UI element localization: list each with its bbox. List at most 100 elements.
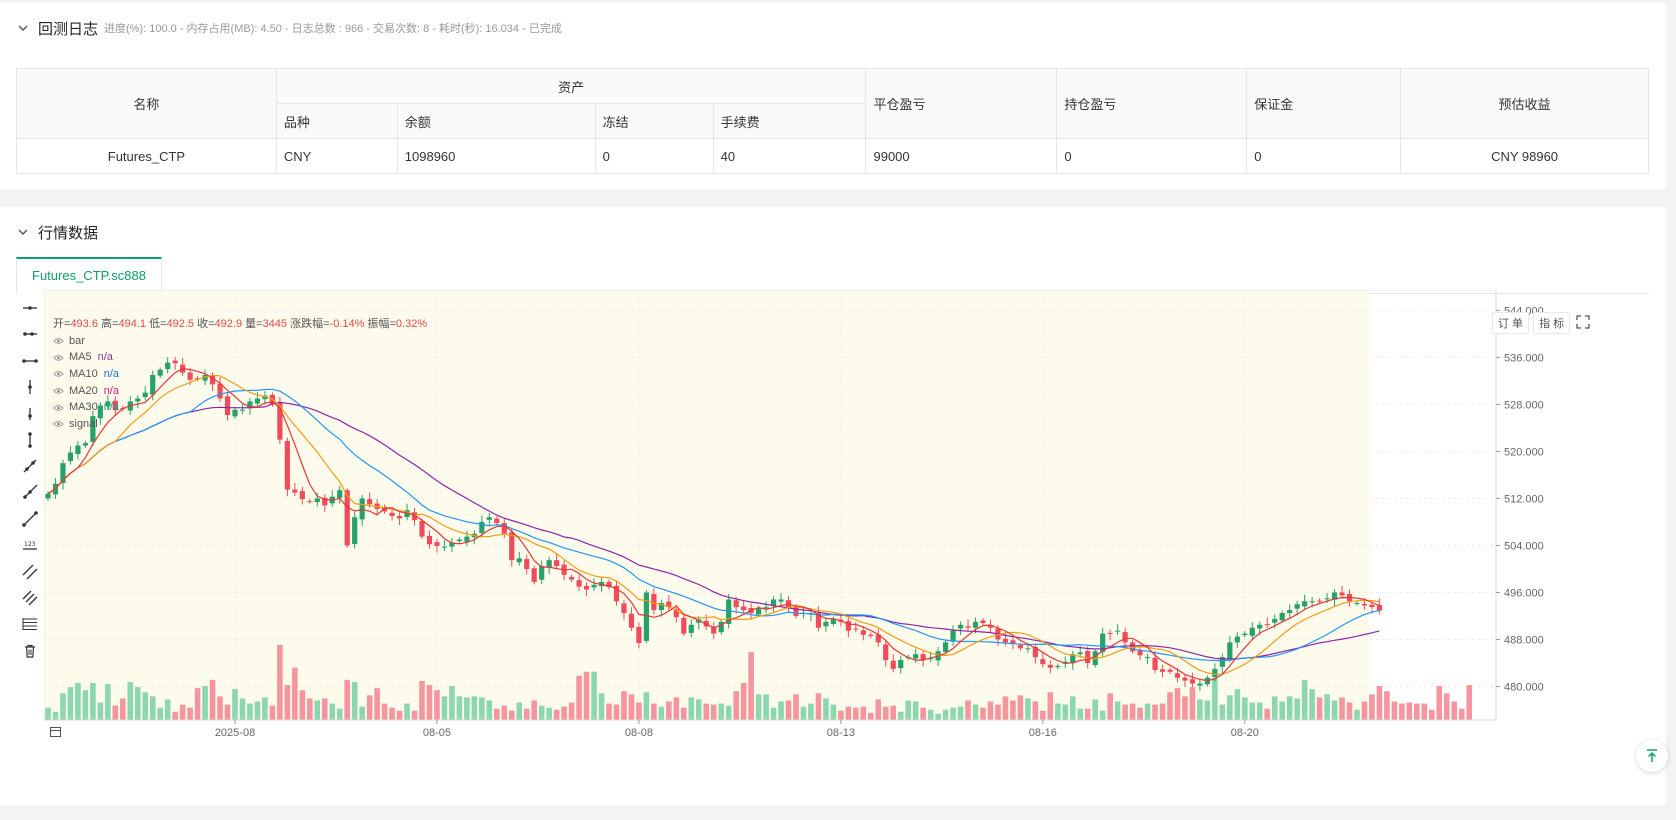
open-label: 开=: [53, 317, 71, 330]
volume-bar: [1361, 701, 1368, 720]
volume-bar: [621, 691, 627, 720]
table-row: Futures_CTP CNY 1098960 0 40 99000 0 0 C…: [16, 138, 1649, 174]
volume-bar: [531, 700, 537, 720]
candle-body: [307, 501, 313, 503]
volume-bar: [217, 696, 223, 720]
indicator-button[interactable]: 指 标: [1533, 312, 1571, 334]
volume-bar: [1443, 693, 1450, 720]
vertical-segment-icon[interactable]: [18, 429, 42, 451]
candle-body: [1294, 604, 1300, 609]
volume-bar: [284, 685, 291, 720]
candle-body: [1227, 642, 1233, 659]
horizontal-line-icon[interactable]: [18, 297, 42, 319]
parallel-channel-icon[interactable]: [18, 561, 42, 583]
volume-bar: [1010, 700, 1016, 720]
volume-bar: [1077, 708, 1084, 720]
segment-line-icon[interactable]: [18, 508, 42, 530]
volume-bar: [1084, 708, 1091, 720]
trash-icon[interactable]: [18, 640, 42, 662]
volume-bar: [404, 703, 410, 720]
candle-body: [284, 441, 290, 490]
volume-bar: [785, 700, 792, 720]
volume-bar: [1309, 689, 1315, 720]
volume-bar: [321, 698, 328, 720]
legend-item-bar[interactable]: bar: [53, 333, 427, 350]
volume-bar: [1414, 703, 1420, 720]
fullscreen-icon[interactable]: [1574, 313, 1592, 331]
vertical-line-icon[interactable]: [18, 376, 42, 398]
legend-item-signal[interactable]: signal: [53, 416, 427, 433]
volume-bar: [1458, 708, 1465, 720]
price-label-icon[interactable]: 123: [18, 534, 42, 556]
fibonacci-icon[interactable]: [18, 613, 42, 635]
volume-bar: [1219, 704, 1226, 720]
legend-item-ma5[interactable]: MA5 n/a: [53, 349, 427, 366]
candle-body: [494, 518, 500, 524]
candle-body: [733, 600, 739, 608]
candle-body: [845, 621, 851, 631]
backtest-log-title: 回测日志: [38, 20, 99, 38]
low-value: 492.5: [166, 317, 195, 330]
volume-bar: [598, 693, 605, 720]
volume-bar: [912, 701, 919, 720]
legend-item-ma10[interactable]: MA10 n/a: [53, 366, 427, 383]
candle-body: [1159, 669, 1166, 672]
candle-body: [1361, 603, 1368, 606]
volume-bar: [149, 696, 156, 720]
candle-body: [389, 512, 395, 517]
volume-bar: [254, 701, 261, 720]
volume-bar: [748, 652, 754, 720]
candle-body: [1144, 657, 1151, 659]
chevron-down-icon[interactable]: [16, 225, 30, 239]
horizontal-ray-icon[interactable]: [18, 323, 42, 345]
candle-body: [1189, 679, 1196, 684]
back-to-top-button[interactable]: [1636, 740, 1668, 772]
candle-body: [898, 660, 904, 669]
horizontal-segment-icon[interactable]: [18, 350, 42, 372]
eye-icon[interactable]: [53, 354, 64, 362]
ray-line-icon[interactable]: [18, 481, 42, 503]
legend-item-ma20[interactable]: MA20 n/a: [53, 383, 427, 400]
price-channel-icon[interactable]: [18, 587, 42, 609]
candle-body: [636, 627, 642, 644]
eye-icon[interactable]: [53, 420, 64, 428]
col-header-est-profit: 预估收益: [1400, 68, 1649, 139]
volume-bar: [359, 706, 365, 720]
candle-body: [367, 499, 373, 505]
market-data-header[interactable]: 行情数据: [16, 221, 98, 243]
candle-body: [1369, 604, 1375, 608]
eye-icon[interactable]: [53, 387, 64, 395]
candle-body: [972, 621, 979, 628]
eye-icon[interactable]: [53, 337, 64, 345]
candle-body: [628, 613, 635, 628]
candle-body: [1085, 650, 1091, 663]
volume-bar: [456, 696, 463, 720]
candle-body: [756, 608, 762, 615]
chevron-down-icon[interactable]: [16, 21, 30, 35]
legend-label: MA20: [69, 384, 98, 397]
volume-bar: [628, 694, 635, 720]
volume-bar: [508, 710, 515, 720]
volume-bar: [426, 685, 433, 720]
eye-icon[interactable]: [53, 404, 64, 412]
legend-value: n/a: [103, 367, 120, 380]
candle-body: [576, 580, 582, 587]
legend-item-ma30[interactable]: MA30 n/a: [53, 399, 427, 416]
volume-bar: [838, 710, 844, 720]
candle-body: [1025, 648, 1031, 650]
volume-bar: [658, 706, 665, 720]
trend-line-icon[interactable]: [18, 455, 42, 477]
eye-icon[interactable]: [53, 370, 64, 378]
price-tick-label: 512.000: [1504, 493, 1544, 505]
candle-body: [583, 585, 590, 590]
order-button[interactable]: 订 单: [1492, 312, 1530, 334]
candle-body: [1339, 592, 1345, 596]
col-header-variety: 品种: [275, 103, 398, 139]
candle-body: [1249, 627, 1255, 636]
volume-bar: [853, 707, 859, 720]
vertical-ray-icon[interactable]: [18, 402, 42, 424]
candle-body: [1324, 598, 1330, 600]
volume-bar: [307, 698, 313, 720]
backtest-log-header[interactable]: 回测日志 进度(%): 100.0 - 内存占用(MB): 4.50 - 日志总…: [16, 17, 562, 39]
volume-bar: [45, 707, 51, 720]
